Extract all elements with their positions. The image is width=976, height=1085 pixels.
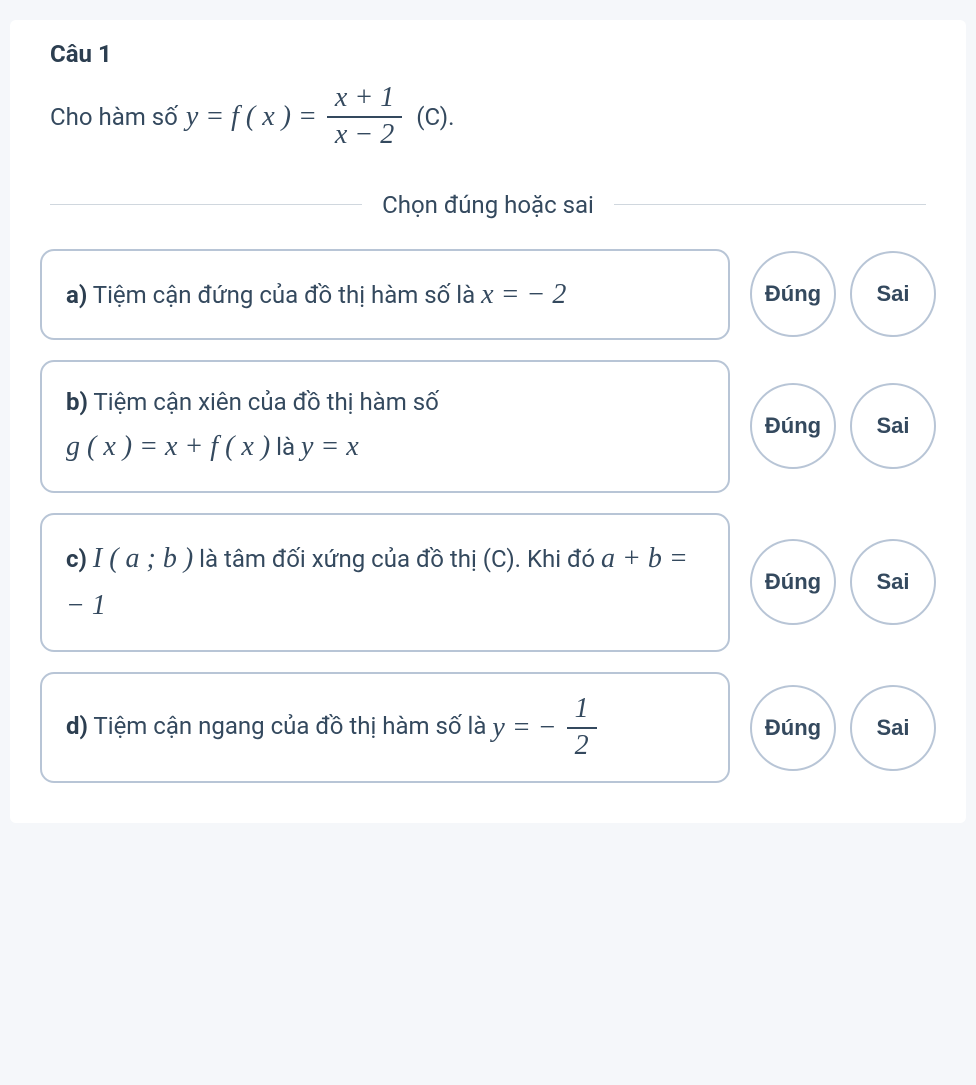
option-label: d)	[66, 712, 88, 740]
option-math: x = − 2	[481, 279, 566, 310]
question-title: Câu 1	[10, 40, 966, 83]
option-math: y = − 1 2	[492, 694, 602, 762]
option-text: Tiệm cận đứng của đồ thị hàm số là	[93, 281, 475, 309]
false-button-a[interactable]: Sai	[850, 251, 936, 337]
option-label: c)	[66, 545, 87, 573]
option-row-c: c) I ( a ; b ) là tâm đối xứng của đồ th…	[10, 513, 966, 672]
option-text: Tiệm cận ngang của đồ thị hàm số là	[93, 712, 486, 740]
button-group-b: Đúng Sai	[750, 383, 936, 469]
option-row-a: a) Tiệm cận đứng của đồ thị hàm số là x …	[10, 249, 966, 361]
true-button-a[interactable]: Đúng	[750, 251, 836, 337]
question-container: Câu 1 Cho hàm số y = f ( x ) = x + 1 x −…	[10, 20, 966, 823]
false-button-d[interactable]: Sai	[850, 685, 936, 771]
option-label: b)	[66, 388, 88, 416]
true-button-d[interactable]: Đúng	[750, 685, 836, 771]
instruction-text: Chọn đúng hoặc sai	[382, 191, 594, 219]
true-button-c[interactable]: Đúng	[750, 539, 836, 625]
divider-line-left	[50, 204, 362, 205]
button-group-c: Đúng Sai	[750, 539, 936, 625]
option-label: a)	[66, 281, 87, 309]
option-text: Tiệm cận xiên của đồ thị hàm số	[93, 388, 438, 416]
math-lhs: y = f ( x ) =	[186, 101, 317, 133]
option-box-d: d) Tiệm cận ngang của đồ thị hàm số là y…	[40, 672, 730, 784]
prompt-suffix: (C).	[416, 103, 454, 131]
option-text-mid: là	[276, 433, 295, 461]
fraction-numerator: x + 1	[327, 83, 402, 118]
fraction-numerator: 1	[567, 694, 597, 729]
button-group-a: Đúng Sai	[750, 251, 936, 337]
option-math2: y = x	[301, 431, 359, 462]
option-math: g ( x ) = x + f ( x )	[66, 431, 270, 462]
prompt-math: y = f ( x ) = x + 1 x − 2	[186, 83, 408, 151]
math-lhs: y = −	[492, 704, 556, 752]
option-box-a: a) Tiệm cận đứng của đồ thị hàm số là x …	[40, 249, 730, 341]
fraction-denominator: x − 2	[327, 118, 402, 151]
option-box-b: b) Tiệm cận xiên của đồ thị hàm số g ( x…	[40, 360, 730, 492]
question-prompt: Cho hàm số y = f ( x ) = x + 1 x − 2 (C)…	[10, 83, 966, 181]
option-box-c: c) I ( a ; b ) là tâm đối xứng của đồ th…	[40, 513, 730, 652]
option-row-d: d) Tiệm cận ngang của đồ thị hàm số là y…	[10, 672, 966, 804]
instruction-divider: Chọn đúng hoặc sai	[10, 181, 966, 249]
divider-line-right	[614, 204, 926, 205]
option-math-before: I ( a ; b )	[93, 543, 193, 574]
fraction-denominator: 2	[567, 729, 597, 762]
fraction: x + 1 x − 2	[327, 83, 402, 151]
option-text: là tâm đối xứng của đồ thị (C). Khi đó	[199, 545, 595, 573]
prompt-prefix: Cho hàm số	[50, 103, 178, 131]
button-group-d: Đúng Sai	[750, 685, 936, 771]
option-row-b: b) Tiệm cận xiên của đồ thị hàm số g ( x…	[10, 360, 966, 512]
true-button-b[interactable]: Đúng	[750, 383, 836, 469]
fraction: 1 2	[567, 694, 597, 762]
false-button-b[interactable]: Sai	[850, 383, 936, 469]
false-button-c[interactable]: Sai	[850, 539, 936, 625]
